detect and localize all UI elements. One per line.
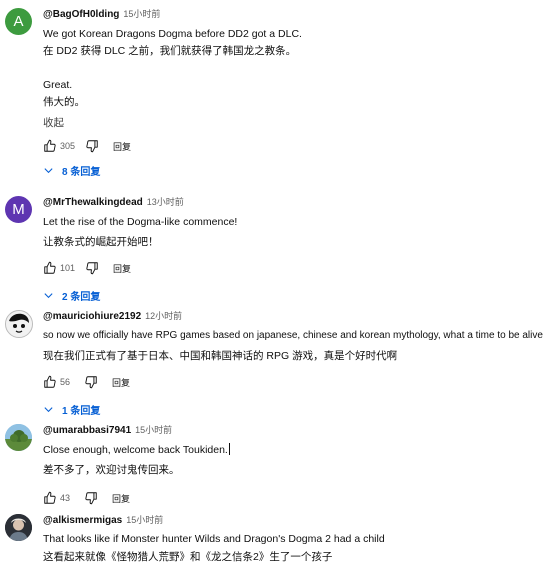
comment-time[interactable]: 15小时前 [135, 425, 172, 435]
comment-author[interactable]: @BagOfH0lding [43, 9, 119, 20]
comment-author[interactable]: @mauriciohiure2192 [43, 311, 141, 322]
replies-label: 1 条回复 [62, 405, 101, 417]
comment-text: 差不多了，欢迎讨鬼传回来。 [43, 464, 180, 476]
character-portrait-icon [5, 514, 32, 541]
comment-blank-line [43, 60, 544, 77]
comment-time[interactable]: 12小时前 [145, 311, 182, 321]
like-count: 305 [60, 141, 76, 151]
comment-time[interactable]: 15小时前 [123, 9, 160, 19]
comment-text: 现在我们正式有了基于日本、中国和韩国神话的 RPG 游戏，真是个好时代啊 [43, 350, 398, 362]
comment-text: 在 DD2 获得 DLC 之前，我们就获得了韩国龙之教条。 [43, 45, 297, 57]
comment-text: 这看起来就像《怪物猎人荒野》和《龙之信条2》生了一个孩子 [43, 551, 333, 563]
avatar[interactable]: A [5, 8, 32, 35]
dislike-icon[interactable] [84, 491, 98, 505]
comment-text: so now we officially have RPG games base… [43, 330, 543, 341]
like-icon[interactable] [43, 139, 57, 153]
avatar[interactable] [5, 424, 32, 451]
avatar[interactable] [5, 514, 32, 541]
comment-time[interactable]: 15小时前 [126, 515, 163, 525]
cartoon-face-icon [6, 311, 32, 337]
view-replies-button[interactable]: 8 条回复 [43, 161, 544, 179]
comment-text: We got Korean Dragons Dogma before DD2 g… [43, 28, 302, 40]
collapse-button[interactable]: 收起 [43, 114, 544, 132]
comment-time[interactable]: 13小时前 [147, 197, 184, 207]
reply-button[interactable]: 回复 [113, 262, 131, 275]
comment-author[interactable]: @alkismermigas [43, 515, 122, 526]
chevron-down-icon [44, 292, 53, 298]
comment-text: Let the rise of the Dogma-like commence! [43, 216, 238, 228]
dislike-icon[interactable] [85, 261, 99, 275]
text-cursor [228, 443, 230, 455]
comment-text: Great. [43, 79, 73, 91]
replies-label: 2 条回复 [62, 291, 101, 303]
chevron-down-icon [44, 406, 53, 412]
comment-author[interactable]: @MrThewalkingdead [43, 197, 143, 208]
like-count: 43 [60, 493, 71, 503]
landscape-photo-icon [5, 424, 32, 451]
like-icon[interactable] [43, 375, 57, 389]
like-count: 56 [60, 377, 71, 387]
comment-text: 让教条式的崛起开始吧！ [43, 236, 159, 248]
comment-text: 伟大的。 [43, 96, 85, 108]
comment-author[interactable]: @umarabbasi7941 [43, 425, 131, 436]
like-icon[interactable] [43, 491, 57, 505]
reply-button[interactable]: 回复 [112, 376, 130, 389]
dislike-icon[interactable] [85, 139, 99, 153]
like-icon[interactable] [43, 261, 57, 275]
reply-button[interactable]: 回复 [113, 140, 131, 153]
avatar[interactable] [5, 310, 33, 338]
like-count: 101 [60, 263, 76, 273]
comment-text: That looks like if Monster hunter Wilds … [43, 533, 385, 545]
avatar[interactable]: M [5, 196, 32, 223]
reply-button[interactable]: 回复 [112, 492, 130, 505]
replies-label: 8 条回复 [62, 166, 101, 178]
dislike-icon[interactable] [84, 375, 98, 389]
view-replies-button[interactable]: 1 条回复 [43, 400, 544, 418]
comment-text: Close enough, welcome back Toukiden. [43, 443, 230, 456]
view-replies-button[interactable]: 2 条回复 [43, 286, 544, 304]
chevron-down-icon [44, 167, 53, 173]
